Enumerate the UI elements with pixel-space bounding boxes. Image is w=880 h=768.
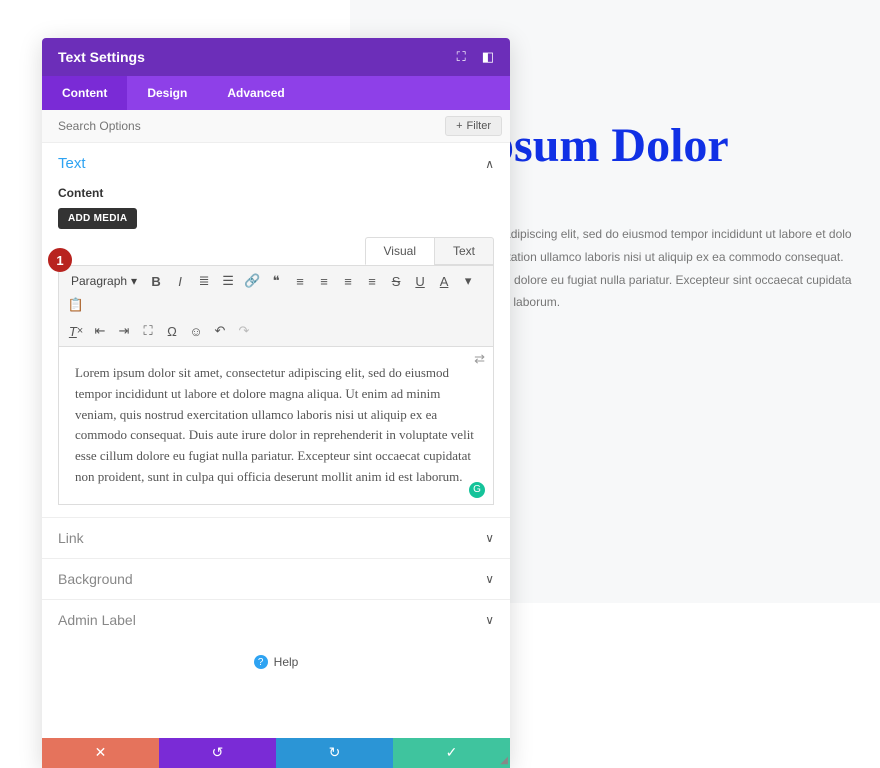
expand-icon[interactable]: ⛶ [457,49,466,65]
editor-content[interactable]: Lorem ipsum dolor sit amet, consectetur … [75,363,477,488]
redo-button[interactable]: ↻ [276,738,393,768]
undo-icon[interactable]: ↶ [209,320,231,342]
resize-grip-icon[interactable]: ◢ [500,755,508,766]
chevron-down-icon: ∨ [485,572,494,586]
caret-down-icon[interactable]: ▾ [457,270,479,292]
panel-footer: ✕ ↺ ↻ ✓ [42,738,510,768]
text-color-icon[interactable]: A [433,270,455,292]
strike-icon[interactable]: S [385,270,407,292]
align-justify-icon[interactable]: ≡ [361,270,383,292]
panel-header[interactable]: Text Settings ⛶ ◧ [42,38,510,76]
fullscreen-icon[interactable]: ⛶ [137,320,159,342]
editor-toolbar: Paragraph▾ B I ≣ ☰ 🔗 ❝ ≡ ≡ ≡ ≡ S U A ▾ 📋… [58,265,494,347]
paste-icon[interactable]: 📋 [65,294,87,316]
section-text-title: Text [58,155,86,172]
align-right-icon[interactable]: ≡ [337,270,359,292]
section-link[interactable]: Link ∨ [42,518,510,559]
toolbar-toggle-icon[interactable]: ⇄ [474,351,485,367]
align-left-icon[interactable]: ≡ [289,270,311,292]
indent-icon[interactable]: ⇥ [113,320,135,342]
grammarly-icon[interactable]: G [469,482,485,498]
italic-icon[interactable]: I [169,270,191,292]
emoji-icon[interactable]: ☺ [185,320,207,342]
help-row: ? Help [42,640,510,678]
outdent-icon[interactable]: ⇤ [89,320,111,342]
editor-tab-text[interactable]: Text [434,237,494,265]
caret-down-icon: ▾ [131,274,137,288]
clear-format-icon[interactable]: T× [65,320,87,342]
tab-content[interactable]: Content [42,76,127,110]
redo-icon: ↻ [329,744,341,761]
format-select[interactable]: Paragraph▾ [65,272,143,290]
section-background[interactable]: Background ∨ [42,559,510,600]
numbered-list-icon[interactable]: ☰ [217,270,239,292]
chevron-up-icon: ∧ [485,157,494,171]
search-input[interactable] [58,119,445,133]
callout-1: 1 [48,248,72,272]
undo-button[interactable]: ↺ [159,738,276,768]
section-background-title: Background [58,571,133,587]
section-text: Text ∧ Content ADD MEDIA Visual Text Par… [42,143,510,518]
cancel-button[interactable]: ✕ [42,738,159,768]
bullet-list-icon[interactable]: ≣ [193,270,215,292]
tab-advanced[interactable]: Advanced [207,76,304,110]
content-label: Content [58,186,494,200]
panel-title: Text Settings [58,49,145,65]
undo-icon: ↺ [212,744,224,761]
save-button[interactable]: ✓ [393,738,510,768]
special-char-icon[interactable]: Ω [161,320,183,342]
close-icon: ✕ [95,744,107,761]
help-link[interactable]: ? Help [254,655,299,669]
tab-design[interactable]: Design [127,76,207,110]
bold-icon[interactable]: B [145,270,167,292]
add-media-button[interactable]: ADD MEDIA [58,208,137,229]
align-center-icon[interactable]: ≡ [313,270,335,292]
link-icon[interactable]: 🔗 [241,270,263,292]
snap-icon[interactable]: ◧ [482,49,494,65]
underline-icon[interactable]: U [409,270,431,292]
section-admin-label[interactable]: Admin Label ∨ [42,600,510,640]
section-text-header[interactable]: Text ∧ [58,155,494,172]
settings-panel: Text Settings ⛶ ◧ Content Design Advance… [42,38,510,768]
plus-icon: + [456,120,462,132]
redo-icon[interactable]: ↷ [233,320,255,342]
help-icon: ? [254,655,268,669]
filter-button[interactable]: +Filter [445,116,502,136]
editor-tab-visual[interactable]: Visual [365,237,434,265]
editor-mode-tabs: Visual Text [58,237,494,265]
chevron-down-icon: ∨ [485,531,494,545]
section-admin-label-title: Admin Label [58,612,136,628]
check-icon: ✓ [446,744,458,761]
settings-tabs: Content Design Advanced [42,76,510,110]
blockquote-icon[interactable]: ❝ [265,270,287,292]
chevron-down-icon: ∨ [485,613,494,627]
section-link-title: Link [58,530,84,546]
editor-body[interactable]: ⇄ Lorem ipsum dolor sit amet, consectetu… [58,347,494,505]
search-row: +Filter [42,110,510,143]
